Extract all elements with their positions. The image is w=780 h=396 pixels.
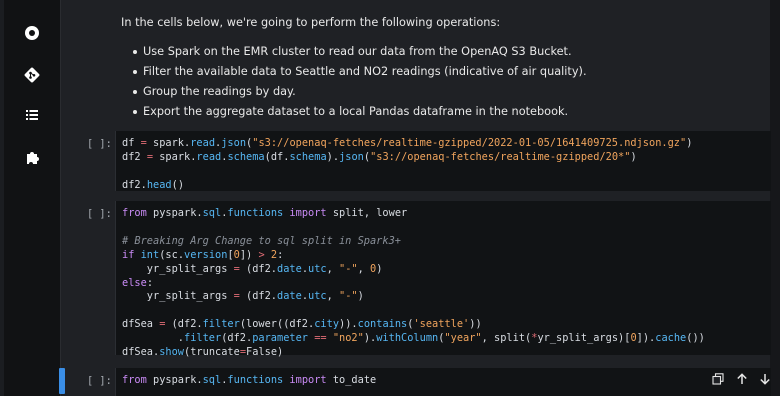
code-line: # Breaking Arg Change to sql split in Sp… bbox=[122, 234, 401, 247]
list-item: Group the readings by day. bbox=[133, 83, 741, 100]
circle-stop-icon[interactable] bbox=[23, 24, 41, 42]
code-line: dfSea.show(truncate=False) bbox=[122, 346, 284, 359]
active-cell-indicator bbox=[59, 368, 65, 394]
git-icon[interactable] bbox=[23, 66, 41, 84]
code-line: from pyspark.sql.functions import split,… bbox=[122, 207, 408, 219]
code-line: yr_split_args = (df2.date.utc, "-") bbox=[122, 290, 364, 303]
code-editor[interactable]: df = spark.read.json("s3://openaq-fetche… bbox=[115, 131, 771, 191]
markdown-cell[interactable]: In the cells below, we're going to perfo… bbox=[121, 14, 741, 123]
cell-prompt: [ ]: bbox=[87, 138, 112, 150]
code-editor[interactable]: from pyspark.sql.functions import split,… bbox=[115, 201, 771, 358]
list-item: Filter the available data to Seattle and… bbox=[133, 63, 741, 80]
code-block[interactable]: from pyspark.sql.functions import to_dat… bbox=[116, 368, 771, 388]
code-block[interactable]: from pyspark.sql.functions import split,… bbox=[116, 201, 771, 360]
code-line: if int(sc.version[0]) > 2: bbox=[122, 248, 284, 261]
puzzle-icon[interactable] bbox=[23, 148, 41, 166]
arrow-down-icon[interactable] bbox=[758, 372, 772, 386]
code-line: else: bbox=[122, 276, 154, 289]
copy-icon[interactable] bbox=[711, 372, 725, 386]
code-line: dfSea = (df2.filter(lower((df2.city)).co… bbox=[122, 318, 482, 331]
cell-prompt: [ ]: bbox=[87, 208, 112, 220]
code-line: df2 = spark.read.schema(df.schema).json(… bbox=[122, 150, 637, 163]
code-line: .filter(df2.parameter == "no2").withColu… bbox=[122, 332, 705, 345]
code-line: from pyspark.sql.functions import to_dat… bbox=[122, 374, 377, 386]
markdown-intro: In the cells below, we're going to perfo… bbox=[121, 16, 501, 29]
left-sidebar bbox=[4, 0, 61, 396]
code-line: yr_split_args = (df2.date.utc, "-", 0) bbox=[122, 262, 383, 275]
list-item: Use Spark on the EMR cluster to read our… bbox=[133, 43, 741, 60]
code-block[interactable]: df = spark.read.json("s3://openaq-fetche… bbox=[116, 131, 771, 193]
arrow-up-icon[interactable] bbox=[735, 372, 749, 386]
operations-list: Use Spark on the EMR cluster to read our… bbox=[121, 43, 741, 120]
scrollbar-track[interactable] bbox=[770, 0, 780, 396]
code-line: df = spark.read.json("s3://openaq-fetche… bbox=[122, 137, 693, 149]
code-editor[interactable]: from pyspark.sql.functions import to_dat… bbox=[115, 368, 771, 396]
code-line: df2.head() bbox=[122, 178, 185, 191]
list-item: Export the aggregate dataset to a local … bbox=[133, 103, 741, 120]
list-icon[interactable] bbox=[23, 106, 41, 124]
cell-prompt: [ ]: bbox=[87, 375, 112, 387]
